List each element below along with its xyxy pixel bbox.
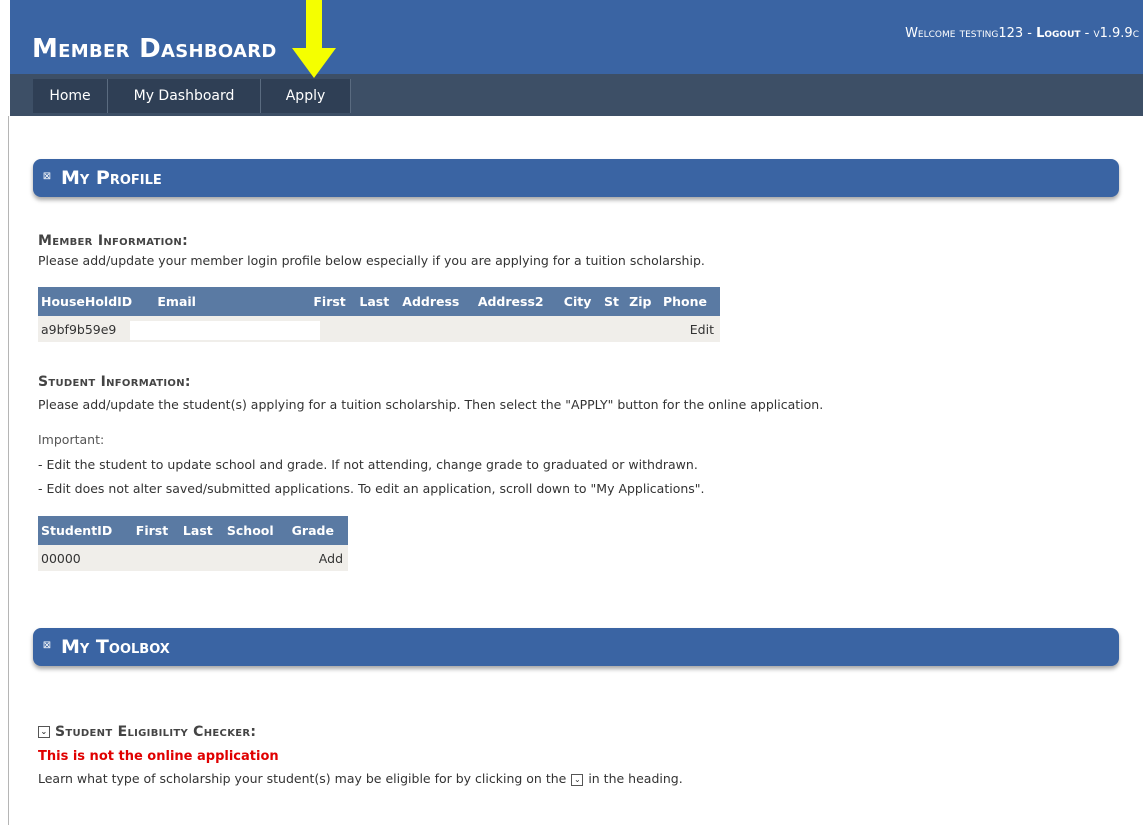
col-address: Address [399, 287, 475, 316]
col-email: Email [154, 287, 311, 316]
section-title: My Profile [61, 167, 162, 189]
col-zip: Zip [626, 287, 660, 316]
nav-my-dashboard[interactable]: My Dashboard [108, 79, 261, 113]
col-last: Last [356, 287, 400, 316]
checker-text-after: in the heading. [588, 771, 683, 786]
edit-member-link[interactable]: Edit [660, 316, 720, 342]
collapse-icon[interactable]: ⊠ [41, 171, 53, 183]
col-city: City [560, 287, 601, 316]
important-label: Important: [38, 432, 105, 447]
welcome-text: Welcome testing123 - [905, 26, 1037, 41]
expand-icon[interactable]: ⌄ [38, 726, 50, 738]
eligibility-checker-title: Student Eligibility Checker: [55, 724, 257, 740]
add-student-link[interactable]: Add [288, 545, 348, 571]
col-last: Last [179, 516, 224, 545]
student-table: StudentID First Last School Grade 00000 … [38, 516, 348, 571]
logout-link[interactable]: Logout [1036, 26, 1080, 41]
col-phone: Phone [660, 287, 720, 316]
version-text: - v1.9.9c [1080, 26, 1139, 41]
main-nav: Home My Dashboard Apply [10, 74, 1143, 116]
member-info-text: Please add/update your member login prof… [38, 253, 705, 268]
col-studentid: StudentID [38, 516, 133, 545]
section-title: My Toolbox [61, 636, 170, 658]
app-title: Member Dashboard [32, 34, 277, 64]
col-grade: Grade [288, 516, 348, 545]
col-school: School [223, 516, 289, 545]
eligibility-checker-heading[interactable]: ⌄ Student Eligibility Checker: [38, 724, 256, 740]
col-address2: Address2 [474, 287, 561, 316]
nav-home[interactable]: Home [33, 79, 108, 113]
my-toolbox-header[interactable]: ⊠ My Toolbox [33, 628, 1119, 666]
my-profile-header[interactable]: ⊠ My Profile [33, 159, 1119, 197]
member-info-heading: Member Information: [38, 233, 188, 249]
col-st: St [601, 287, 627, 316]
collapse-icon[interactable]: ⊠ [41, 640, 53, 652]
expand-icon: ⌄ [571, 773, 584, 786]
col-first: First [310, 287, 357, 316]
content-border [8, 116, 9, 825]
redacted-region [130, 321, 320, 340]
user-bar: Welcome testing123 - Logout - v1.9.9c [905, 26, 1139, 41]
important-line-2: - Edit does not alter saved/submitted ap… [38, 481, 705, 496]
not-application-warning: This is not the online application [38, 749, 279, 764]
student-info-heading: Student Information: [38, 374, 191, 390]
annotation-arrow-icon [292, 0, 336, 78]
student-info-text: Please add/update the student(s) applyin… [38, 397, 824, 412]
col-householdid: HouseHoldID [38, 287, 155, 316]
eligibility-checker-text: Learn what type of scholarship your stud… [38, 771, 683, 786]
cell-studentid: 00000 [38, 545, 133, 571]
app-header: Member Dashboard Welcome testing123 - Lo… [10, 0, 1143, 74]
table-row: 00000 Add [38, 545, 348, 571]
checker-text-before: Learn what type of scholarship your stud… [38, 771, 567, 786]
important-line-1: - Edit the student to update school and … [38, 457, 698, 472]
col-first: First [132, 516, 180, 545]
nav-apply[interactable]: Apply [261, 79, 351, 113]
